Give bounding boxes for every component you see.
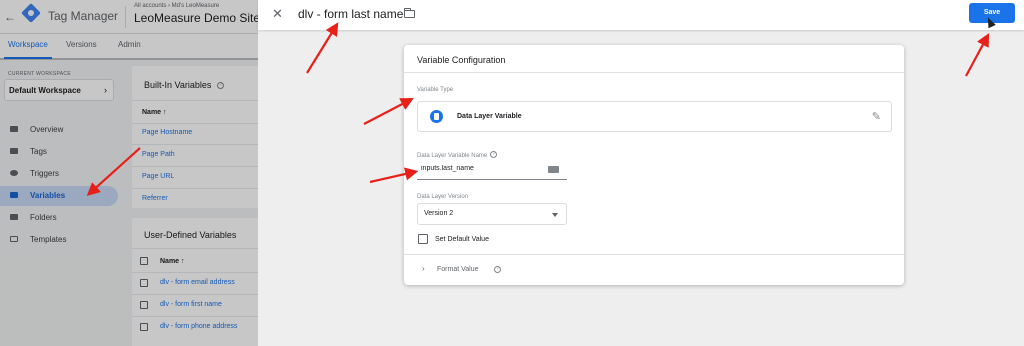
dlv-name-input[interactable] <box>417 158 567 180</box>
dlv-version-label: Data Layer Version <box>417 194 469 200</box>
divider <box>404 254 904 255</box>
panel-header: ✕ dlv - form last name Save <box>258 0 1024 30</box>
variable-picker-icon[interactable] <box>548 166 559 173</box>
data-layer-variable-icon <box>430 110 443 123</box>
pencil-icon[interactable]: ✎ <box>872 110 881 123</box>
folder-icon[interactable] <box>403 8 415 18</box>
set-default-value-checkbox[interactable] <box>418 234 428 244</box>
variable-type-name: Data Layer Variable <box>457 113 522 120</box>
config-title: Variable Configuration <box>417 55 506 65</box>
chevron-right-icon[interactable]: › <box>422 264 425 273</box>
modal-scrim[interactable] <box>0 0 258 346</box>
set-default-value-label[interactable]: Set Default Value <box>435 236 489 243</box>
variable-configuration-card: Variable Configuration Variable Type Dat… <box>404 45 904 285</box>
help-icon[interactable]: ? <box>494 266 501 273</box>
format-value-toggle[interactable]: Format Value <box>437 266 479 273</box>
dropdown-arrow-icon <box>552 213 558 217</box>
variable-editor-panel: ✕ dlv - form last name Save Variable Con… <box>258 0 1024 346</box>
variable-name-title[interactable]: dlv - form last name <box>298 7 403 21</box>
divider <box>404 72 904 73</box>
variable-type-selector[interactable]: Data Layer Variable ✎ <box>417 101 892 132</box>
dlv-version-select[interactable]: Version 2 <box>417 203 567 225</box>
variable-type-label: Variable Type <box>417 87 454 93</box>
dlv-version-value: Version 2 <box>424 210 454 217</box>
close-icon[interactable]: ✕ <box>272 6 283 22</box>
